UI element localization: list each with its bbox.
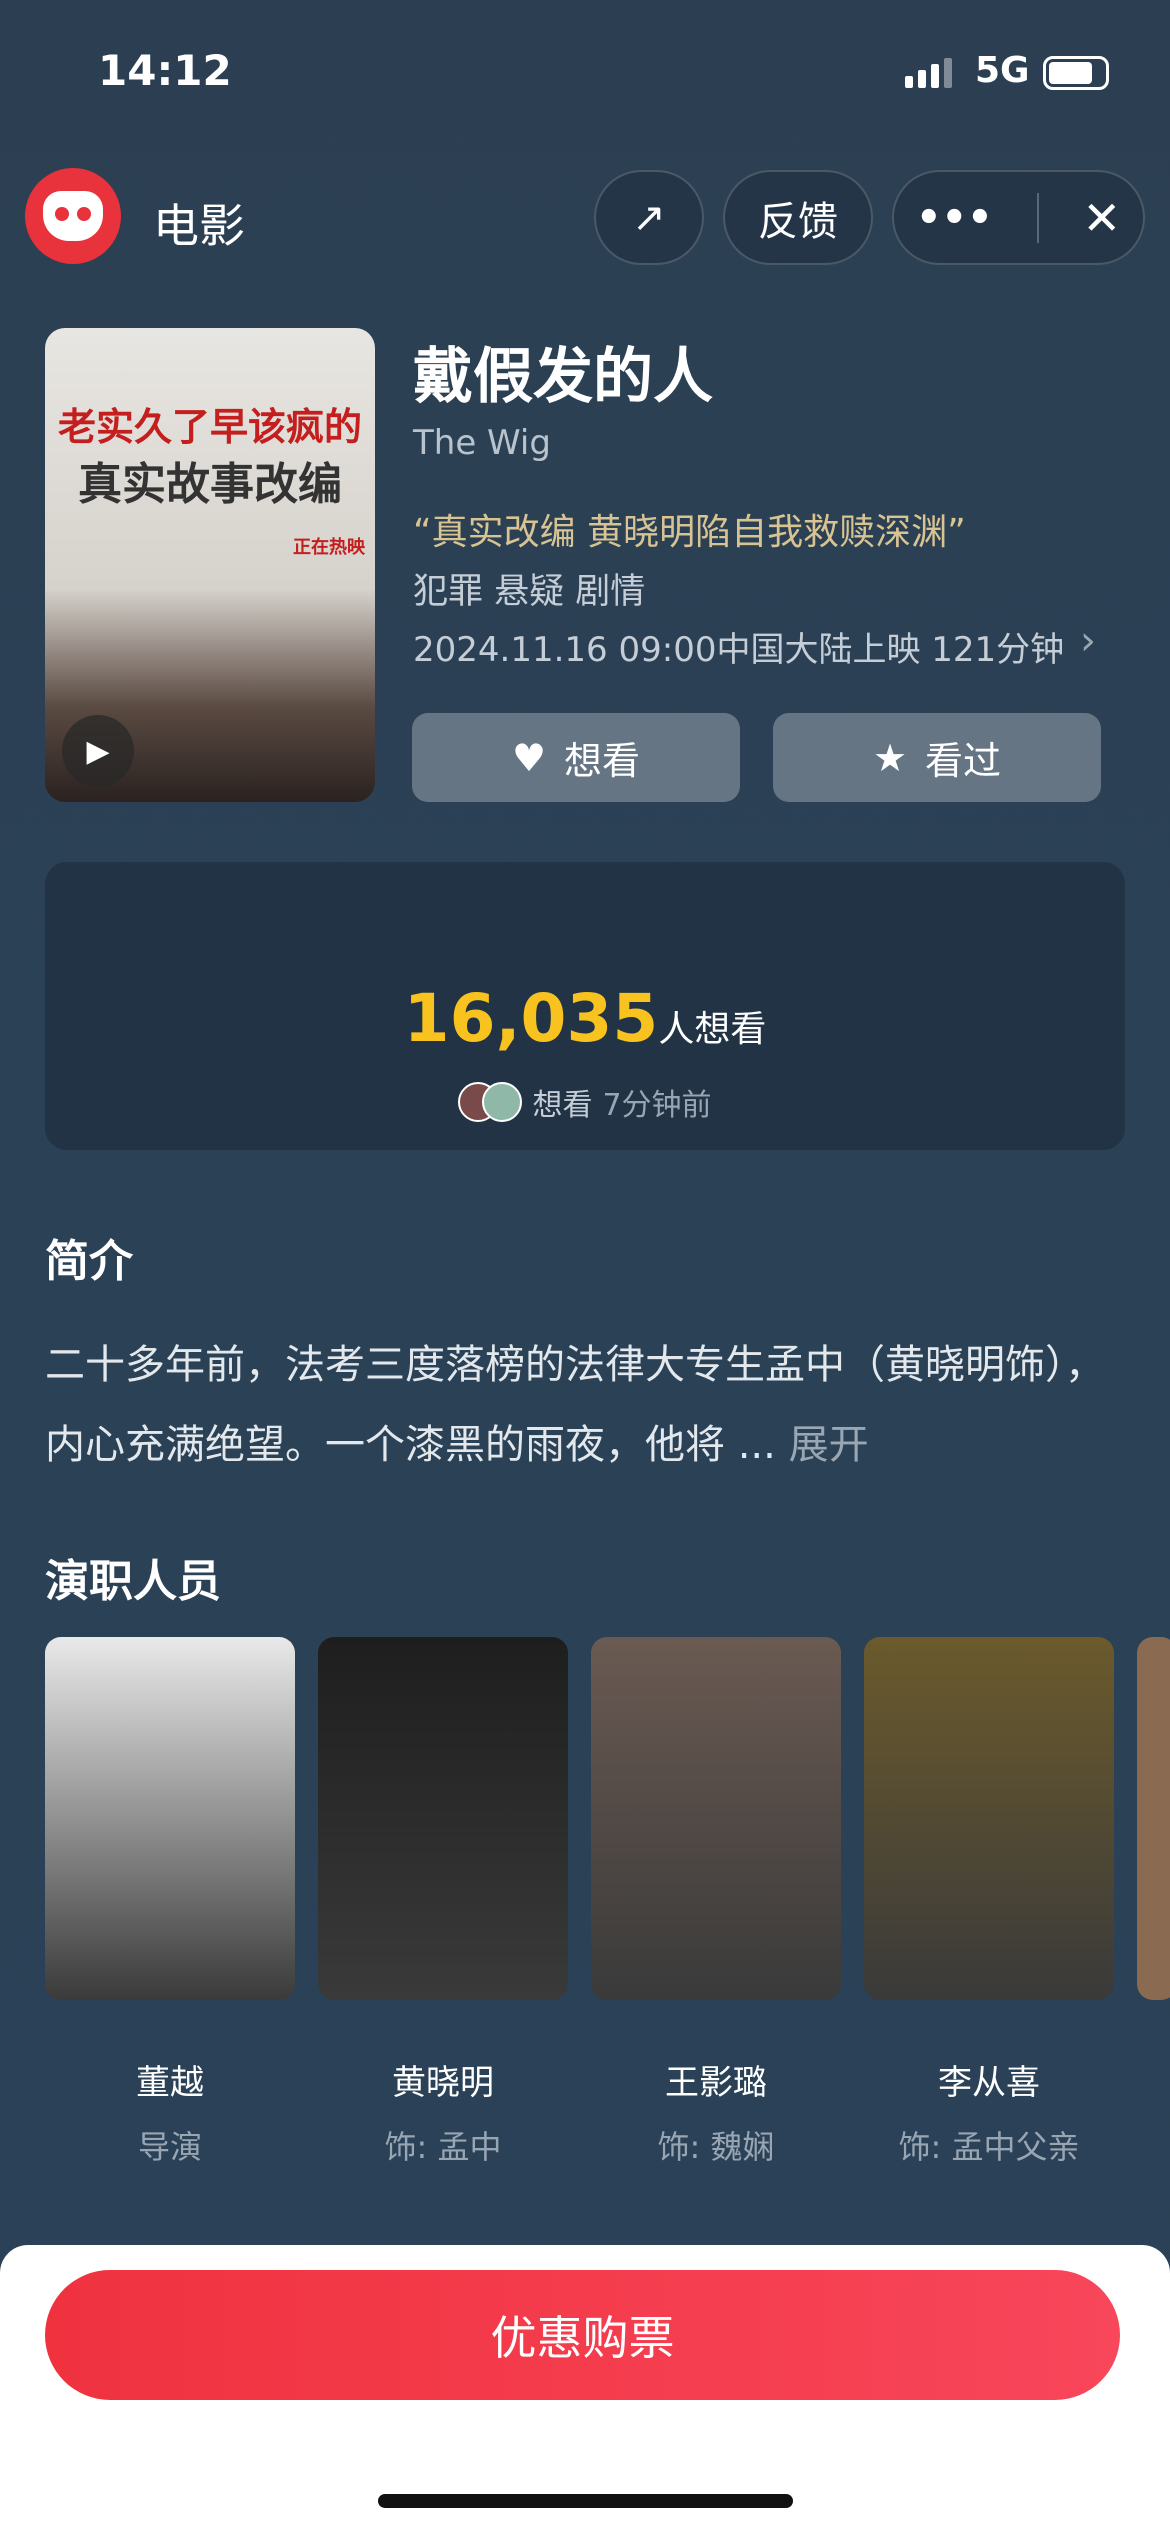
battery-icon [1043,56,1109,90]
cast-role: 饰: 孟中 [384,2128,502,2166]
intro-text: 二十多年前，法考三度落榜的法律大专生孟中（黄晓明饰），内心充满绝望。一个漆黑的雨… [45,1342,1105,1468]
cast-card[interactable] [1137,1637,1170,2000]
home-indicator [378,2494,793,2508]
avatar [482,1082,523,1122]
play-icon: ▶ [86,733,110,769]
capsule-menu: ••• ✕ [892,170,1145,265]
movie-title: 戴假发的人 [413,342,713,412]
cast-card[interactable] [591,1637,841,2000]
app-title: 电影 [153,199,245,253]
cast-card[interactable] [318,1637,568,2000]
cast-card[interactable] [864,1637,1114,2000]
cast-name: 董越 [136,2063,204,2103]
watched-button[interactable]: ★ 看过 [773,713,1101,802]
intro-heading: 简介 [45,1236,133,1287]
cast-card[interactable] [45,1637,295,2000]
play-trailer-button[interactable]: ▶ [62,715,134,787]
buy-ticket-button[interactable]: 优惠购票 [45,2270,1120,2400]
more-icon[interactable]: ••• [916,195,993,241]
share-icon: ↗ [632,194,666,241]
cast-role: 饰: 魏娴 [657,2128,775,2166]
want-count: 16,035人想看 [403,980,767,1057]
tagline: “真实改编 黄晓明陷自我救赎深渊” [413,512,966,553]
star-icon: ★ [872,735,908,780]
want-button[interactable]: ♥ 想看 [412,713,740,802]
cast-role: 饰: 孟中父亲 [898,2128,1080,2166]
genres: 犯罪 悬疑 剧情 [413,572,646,612]
cast-name: 黄晓明 [392,2063,494,2103]
maoyan-logo-icon [25,168,121,264]
release-info[interactable]: 2024.11.16 09:00中国大陆上映 121分钟 [413,622,1064,671]
status-time: 14:12 [98,46,232,95]
network-label: 5G [975,50,1030,91]
share-button[interactable]: ↗ [594,170,704,265]
close-icon[interactable]: ✕ [1082,191,1121,245]
cast-role: 导演 [137,2128,202,2166]
english-title: The Wig [413,423,551,463]
cast-name: 王影璐 [665,2063,767,2103]
chevron-right-icon[interactable]: › [1080,618,1096,664]
heart-icon: ♥ [511,735,547,780]
cast-name: 李从喜 [938,2063,1040,2103]
expand-link[interactable]: 展开 [789,1422,869,1468]
recent-activity: 想看 7分钟前 [0,1080,1170,1124]
cast-heading: 演职人员 [45,1556,221,1607]
signal-icon [905,58,952,88]
feedback-button[interactable]: 反馈 [723,170,873,265]
